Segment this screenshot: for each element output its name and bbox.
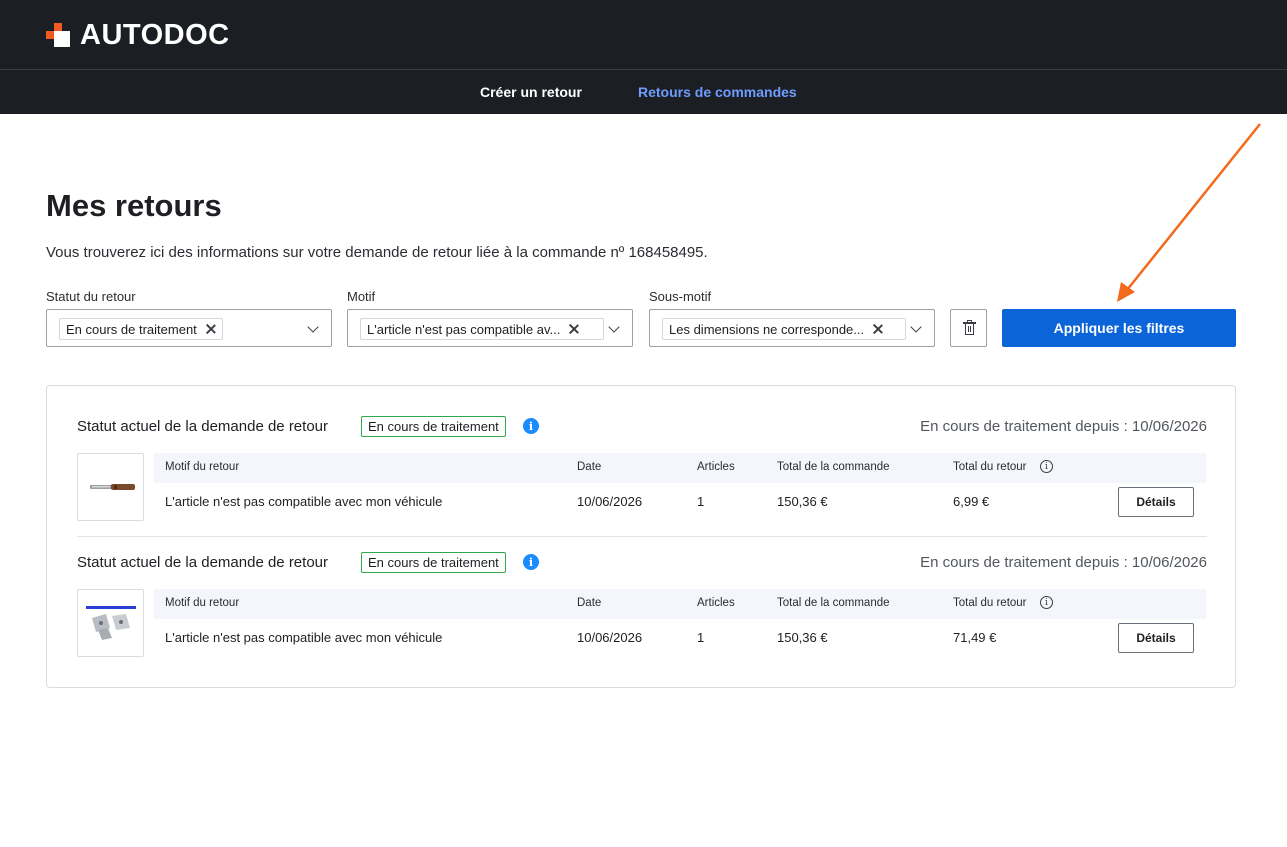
col-order-total: Total de la commande	[777, 597, 890, 609]
status-badge: En cours de traitement	[361, 552, 506, 573]
main-nav: Créer un retour Retours de commandes	[0, 70, 1287, 114]
cell-reason: L'article n'est pas compatible avec mon …	[165, 494, 443, 509]
info-icon[interactable]: i	[523, 418, 539, 434]
brand-name: AUTODOC	[80, 18, 230, 51]
col-return-total: Total du retour	[953, 461, 1027, 473]
return-item: Statut actuel de la demande de retour En…	[77, 386, 1207, 522]
product-thumbnail-knife[interactable]	[77, 453, 144, 521]
col-reason: Motif du retour	[165, 597, 240, 609]
reason-filter-select[interactable]: L'article n'est pas compatible av...	[347, 309, 633, 347]
chevron-down-icon[interactable]	[608, 321, 620, 333]
col-date: Date	[577, 597, 602, 609]
remove-icon[interactable]	[569, 324, 579, 334]
return-table-header: Motif du retour Date Articles Total de l…	[154, 453, 1206, 483]
nav-create-return[interactable]: Créer un retour	[480, 84, 582, 100]
subreason-filter-select[interactable]: Les dimensions ne corresponde...	[649, 309, 935, 347]
reason-filter-value: L'article n'est pas compatible av...	[367, 321, 561, 337]
col-articles: Articles	[697, 597, 735, 609]
trash-icon	[963, 320, 976, 336]
details-button[interactable]: Détails	[1118, 623, 1194, 653]
return-status-title: Statut actuel de la demande de retour	[77, 418, 329, 435]
chevron-down-icon[interactable]	[910, 321, 922, 333]
cell-order-total: 150,36 €	[777, 630, 828, 645]
status-filter-chip: En cours de traitement	[59, 318, 223, 340]
clear-filters-button[interactable]	[950, 309, 987, 347]
col-reason: Motif du retour	[165, 461, 240, 473]
cell-articles: 1	[697, 630, 705, 645]
header: AUTODOC Créer un retour Retours de comma…	[0, 0, 1287, 114]
info-icon[interactable]: i	[1040, 596, 1053, 609]
plus-logo-icon	[46, 23, 70, 47]
status-since: En cours de traitement depuis : 10/06/20…	[920, 418, 1207, 435]
cell-date: 10/06/2026	[577, 630, 643, 645]
details-button[interactable]: Détails	[1118, 487, 1194, 517]
col-return-total: Total du retour	[953, 597, 1027, 609]
remove-icon[interactable]	[206, 324, 216, 334]
return-status-title: Statut actuel de la demande de retour	[77, 554, 329, 571]
subreason-filter-value: Les dimensions ne corresponde...	[669, 321, 865, 337]
col-articles: Articles	[697, 461, 735, 473]
product-thumbnail-clips[interactable]	[77, 589, 144, 657]
subreason-filter-chip: Les dimensions ne corresponde...	[662, 318, 906, 340]
cell-return-total: 71,49 €	[953, 630, 997, 645]
page-subtitle: Vous trouverez ici des informations sur …	[46, 244, 708, 261]
chevron-down-icon[interactable]	[307, 321, 319, 333]
autodoc-logo[interactable]: AUTODOC	[46, 18, 230, 51]
cell-date: 10/06/2026	[577, 494, 643, 509]
info-icon[interactable]: i	[523, 554, 539, 570]
cell-articles: 1	[697, 494, 705, 509]
cell-return-total: 6,99 €	[953, 494, 990, 509]
apply-filters-button[interactable]: Appliquer les filtres	[1002, 309, 1236, 347]
reason-filter-chip: L'article n'est pas compatible av...	[360, 318, 604, 340]
subreason-filter-label: Sous-motif	[649, 289, 712, 304]
reason-filter-label: Motif	[347, 289, 376, 304]
cell-order-total: 150,36 €	[777, 494, 828, 509]
page-title: Mes retours	[46, 188, 222, 223]
return-table: Motif du retour Date Articles Total de l…	[154, 453, 1206, 519]
col-order-total: Total de la commande	[777, 461, 890, 473]
return-table-header: Motif du retour Date Articles Total de l…	[154, 589, 1206, 619]
return-item: Statut actuel de la demande de retour En…	[77, 522, 1207, 658]
returns-list: Statut actuel de la demande de retour En…	[46, 385, 1236, 688]
col-date: Date	[577, 461, 602, 473]
status-badge: En cours de traitement	[361, 416, 506, 437]
remove-icon[interactable]	[873, 324, 883, 334]
cell-reason: L'article n'est pas compatible avec mon …	[165, 630, 443, 645]
annotation-arrow	[1117, 123, 1261, 302]
status-filter-value: En cours de traitement	[66, 321, 197, 337]
status-filter-select[interactable]: En cours de traitement	[46, 309, 332, 347]
nav-order-returns[interactable]: Retours de commandes	[638, 84, 797, 100]
status-filter-label: Statut du retour	[46, 289, 136, 304]
return-table: Motif du retour Date Articles Total de l…	[154, 589, 1206, 655]
info-icon[interactable]: i	[1040, 460, 1053, 473]
status-since: En cours de traitement depuis : 10/06/20…	[920, 554, 1207, 571]
